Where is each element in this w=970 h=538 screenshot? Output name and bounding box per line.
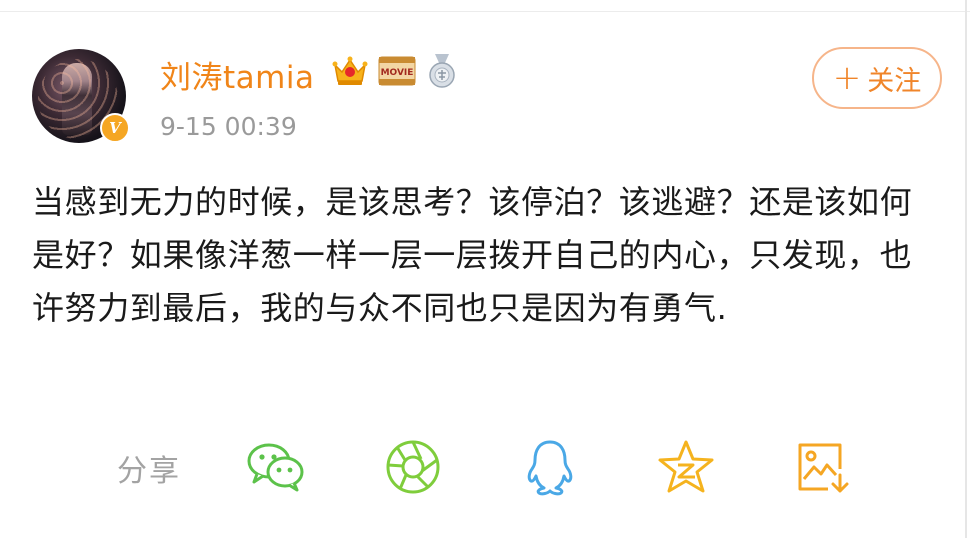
share-bar: 分享 [117, 438, 877, 498]
wechat-icon[interactable] [245, 438, 307, 496]
verified-mark: V [109, 119, 121, 137]
qzone-icon[interactable] [655, 438, 717, 496]
post-header: V 刘涛tamia MOVIE 9-15 00:39 + 关注 [32, 47, 942, 147]
top-divider [0, 11, 970, 12]
post-text: 当感到无力的时候，是该思考？该停泊？该逃避？还是该如何是好？如果像洋葱一样一层一… [32, 183, 913, 327]
username[interactable]: 刘涛tamia [160, 52, 314, 97]
movie-badge-text: MOVIE [381, 68, 414, 78]
user-badges: MOVIE [332, 53, 458, 89]
medal-icon[interactable] [426, 53, 458, 89]
follow-button[interactable]: + 关注 [812, 47, 942, 109]
scrollbar-track [965, 0, 967, 538]
plus-icon: + [832, 58, 862, 98]
post-timestamp: 9-15 00:39 [160, 112, 297, 141]
movie-badge-icon[interactable]: MOVIE [378, 54, 416, 88]
qq-icon[interactable] [519, 438, 581, 496]
follow-label: 关注 [867, 65, 922, 97]
verified-badge: V [100, 113, 130, 143]
save-image-icon[interactable] [791, 438, 853, 496]
moments-icon[interactable] [382, 438, 444, 496]
crown-icon[interactable] [332, 55, 368, 87]
share-label: 分享 [117, 454, 181, 489]
